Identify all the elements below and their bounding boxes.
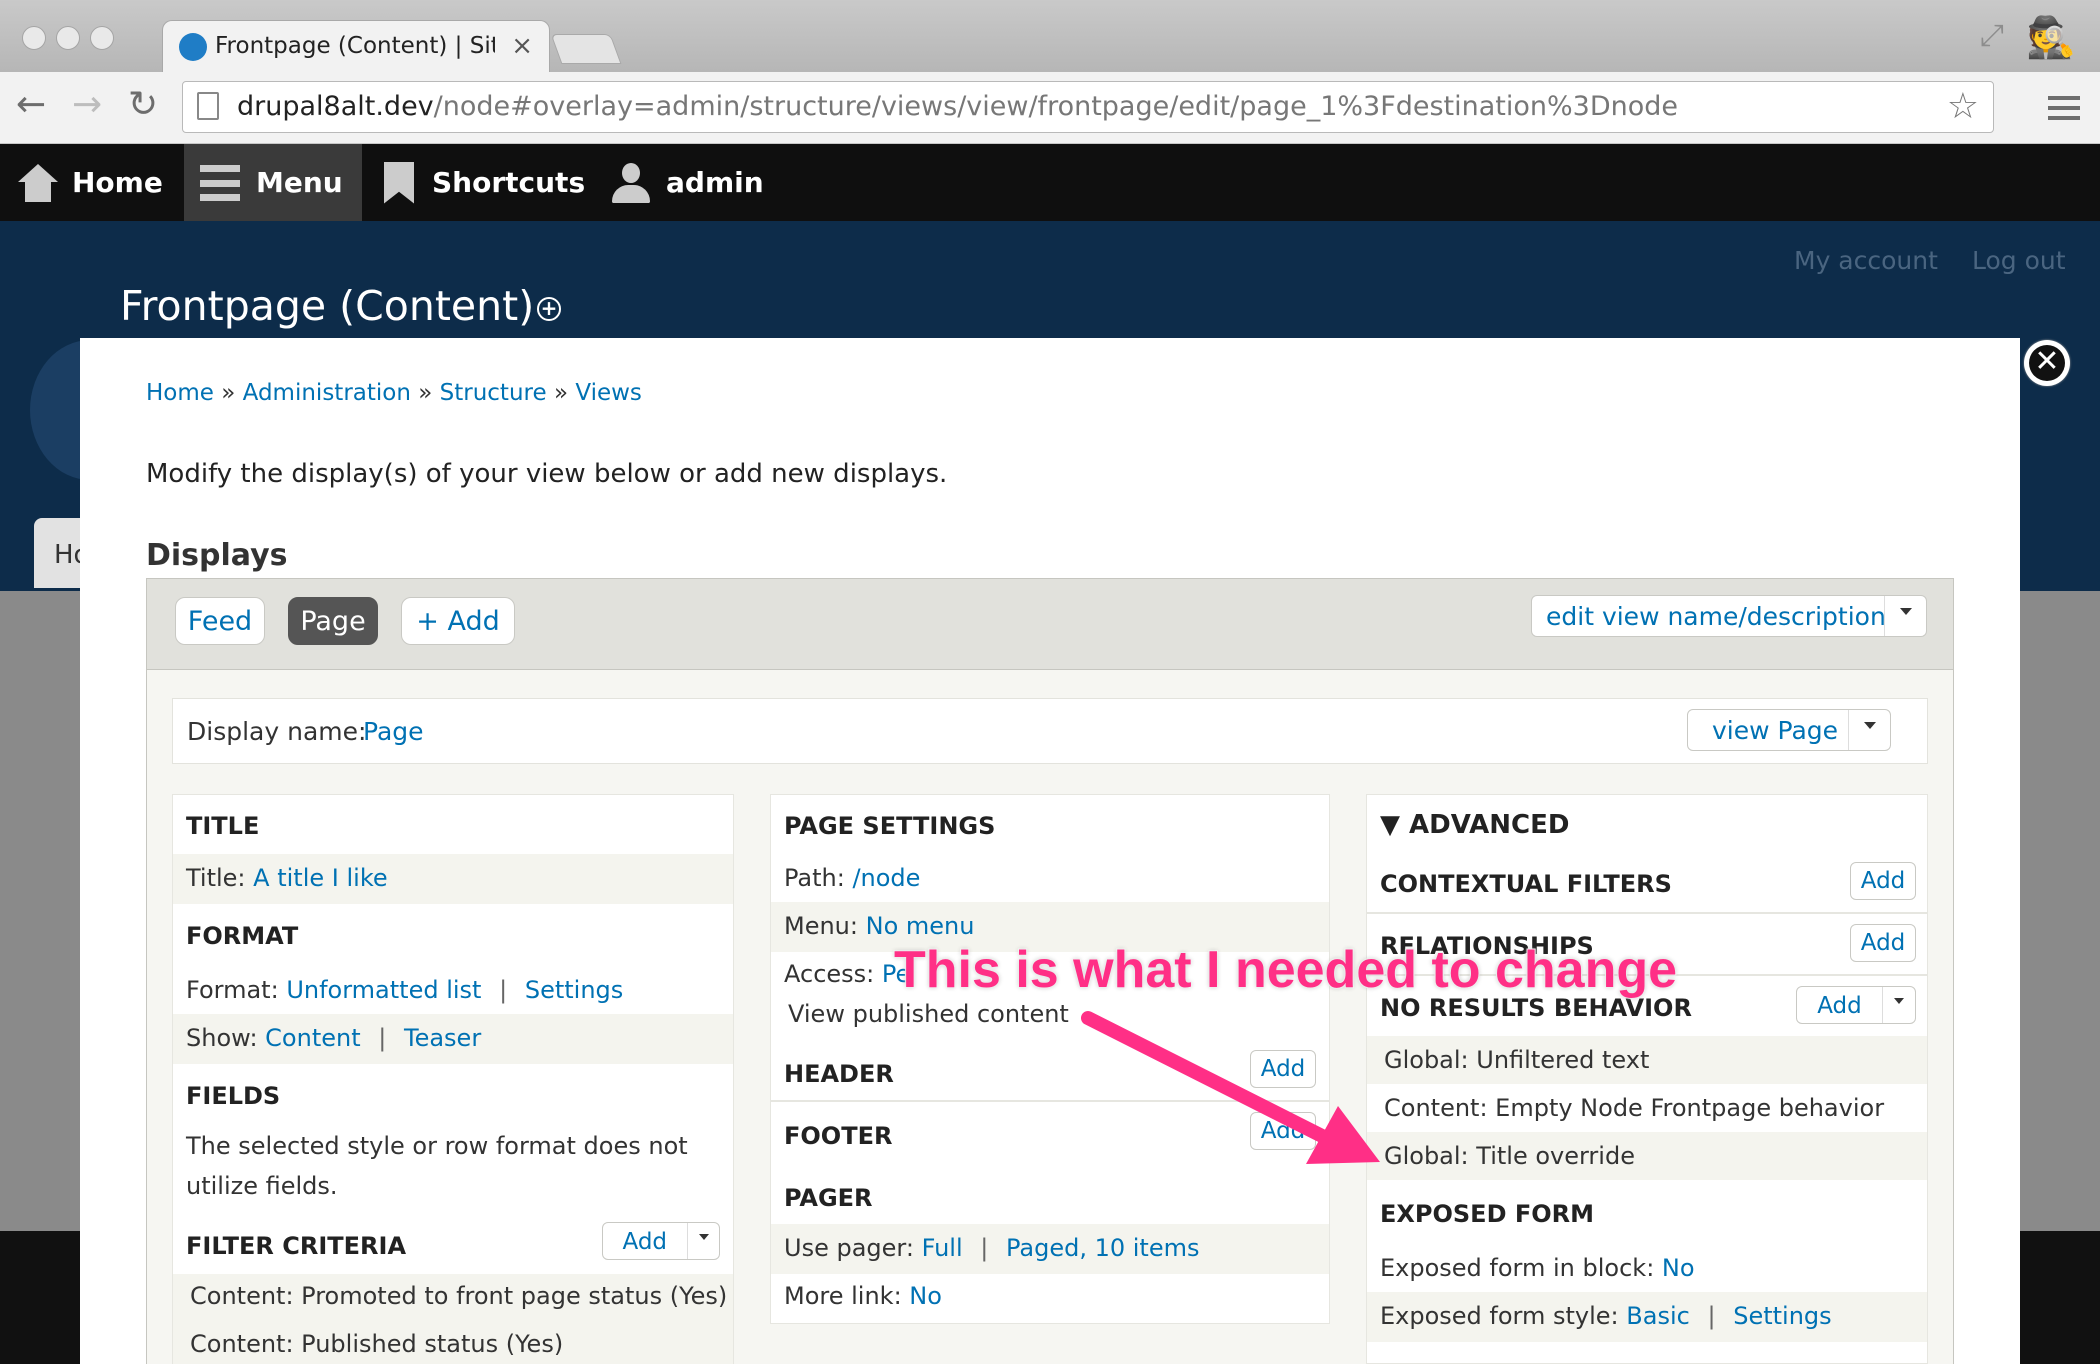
annotation-callout: This is what I needed to change bbox=[893, 940, 1678, 1000]
annotation-arrow-shaft bbox=[1081, 1011, 1337, 1147]
annotation-arrow bbox=[1081, 1011, 1380, 1164]
